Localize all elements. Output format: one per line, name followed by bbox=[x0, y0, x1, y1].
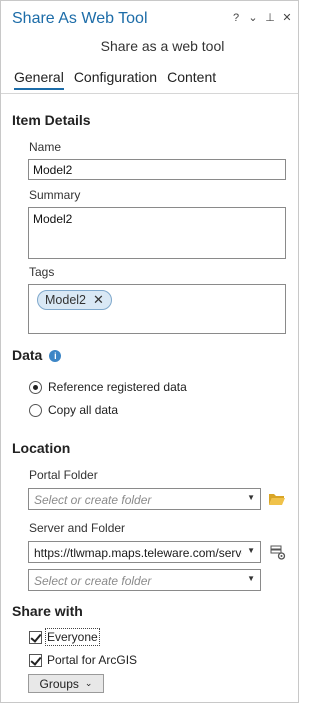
chevron-down-icon[interactable]: ▼ bbox=[247, 546, 255, 555]
data-heading: Data i bbox=[12, 347, 62, 363]
tab-content[interactable]: Content bbox=[167, 69, 216, 90]
checkbox[interactable] bbox=[29, 630, 42, 644]
chevron-down-icon[interactable]: ▼ bbox=[247, 493, 255, 502]
chevron-down-icon[interactable]: ▼ bbox=[247, 574, 255, 583]
radio-button[interactable] bbox=[29, 380, 42, 394]
info-icon[interactable]: i bbox=[49, 350, 62, 362]
item-details-heading: Item Details bbox=[12, 112, 91, 128]
portal-folder-combobox[interactable]: Select or create folder ▼ bbox=[28, 488, 261, 510]
server-folder-placeholder: Select or create folder bbox=[34, 574, 152, 588]
titlebar-controls: ? ⌄ ⊥ ✕ bbox=[231, 12, 292, 24]
name-label: Name bbox=[29, 140, 62, 154]
groups-dropdown-button[interactable]: Groups ⌄ bbox=[28, 674, 104, 693]
data-heading-label: Data bbox=[12, 347, 43, 363]
tags-label: Tags bbox=[29, 265, 55, 279]
groups-button-label: Groups bbox=[39, 676, 79, 691]
pane-title: Share As Web Tool bbox=[12, 10, 148, 27]
server-settings-icon[interactable] bbox=[269, 544, 287, 560]
folder-open-icon[interactable] bbox=[268, 491, 286, 507]
checkbox-label: Everyone bbox=[45, 628, 100, 646]
share-as-web-tool-pane: Share As Web Tool ? ⌄ ⊥ ✕ Share as a web… bbox=[0, 0, 299, 703]
checkbox[interactable] bbox=[29, 653, 42, 667]
tab-divider bbox=[1, 93, 298, 94]
server-combobox[interactable]: https://tlwmap.maps.teleware.com/server … bbox=[28, 541, 261, 563]
pane-titlebar: Share As Web Tool ? ⌄ ⊥ ✕ bbox=[1, 1, 298, 35]
radio-label: Copy all data bbox=[48, 403, 119, 417]
radio-label: Reference registered data bbox=[48, 380, 187, 394]
radio-button[interactable] bbox=[29, 403, 42, 417]
tab-strip: General Configuration Content bbox=[14, 69, 226, 90]
pane-subtitle: Share as a web tool bbox=[100, 38, 225, 54]
server-folder-combobox[interactable]: Select or create folder ▼ bbox=[28, 569, 261, 591]
pin-icon[interactable]: ⊥ bbox=[265, 12, 275, 24]
chevron-down-icon: ⌄ bbox=[84, 678, 93, 688]
checkbox-label: Portal for ArcGIS bbox=[47, 653, 138, 667]
radio-copy-all-data[interactable]: Copy all data bbox=[29, 403, 118, 417]
help-icon[interactable]: ? bbox=[231, 12, 241, 24]
share-with-heading: Share with bbox=[12, 603, 83, 619]
radio-reference-registered-data[interactable]: Reference registered data bbox=[29, 380, 187, 394]
server-value: https://tlwmap.maps.teleware.com/server bbox=[34, 546, 242, 560]
close-icon[interactable]: ✕ bbox=[93, 292, 104, 308]
portal-folder-label: Portal Folder bbox=[29, 468, 98, 482]
tag-chip: Model2 ✕ bbox=[37, 290, 112, 310]
checkbox-everyone[interactable]: Everyone bbox=[29, 628, 100, 646]
location-heading: Location bbox=[12, 440, 71, 456]
server-folder-label: Server and Folder bbox=[29, 521, 126, 535]
summary-label: Summary bbox=[29, 188, 81, 202]
checkbox-portal-for-arcgis[interactable]: Portal for ArcGIS bbox=[29, 653, 137, 667]
tab-configuration[interactable]: Configuration bbox=[74, 69, 157, 90]
chevron-down-icon[interactable]: ⌄ bbox=[248, 12, 258, 24]
name-field[interactable]: Model2 bbox=[28, 159, 286, 180]
close-icon[interactable]: ✕ bbox=[282, 12, 292, 24]
tag-chip-label: Model2 bbox=[45, 293, 86, 307]
summary-field[interactable]: Model2 bbox=[28, 207, 286, 259]
portal-folder-placeholder: Select or create folder bbox=[34, 493, 152, 507]
tab-general[interactable]: General bbox=[14, 69, 64, 90]
